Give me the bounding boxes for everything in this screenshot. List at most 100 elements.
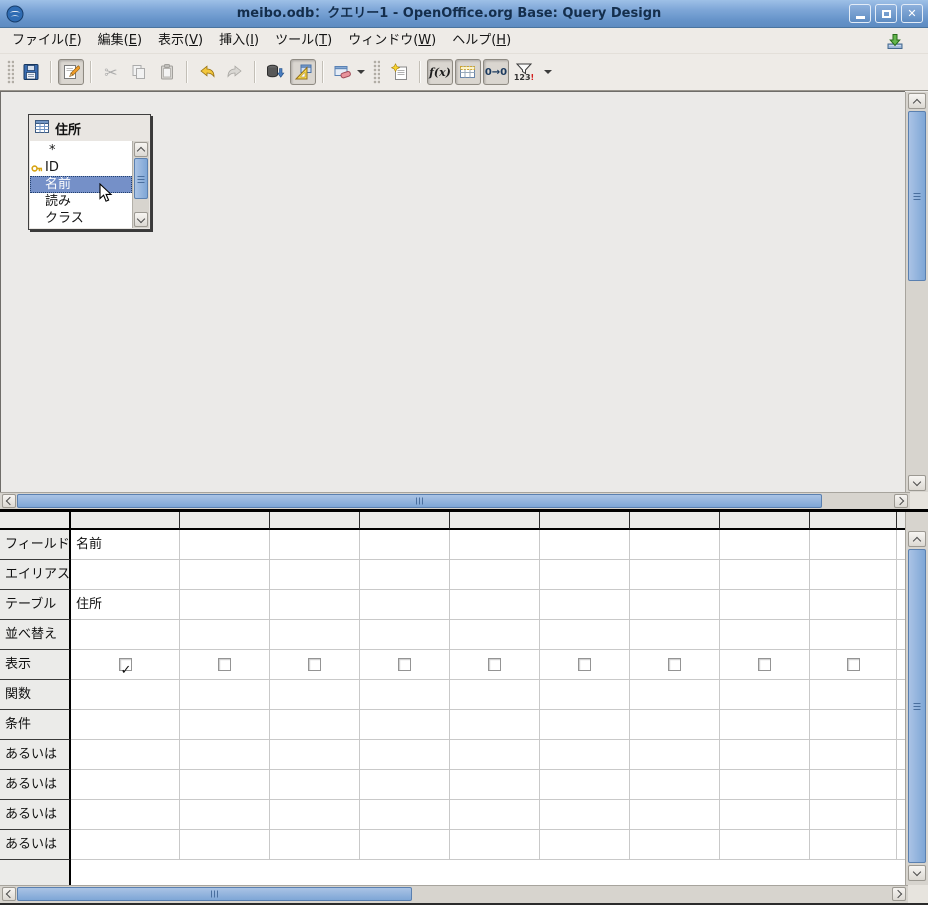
field-list-scrollbar[interactable]: [132, 141, 149, 228]
grid-cell-function[interactable]: [810, 680, 897, 710]
grid-cell-or2[interactable]: [71, 770, 180, 800]
scroll-up-button[interactable]: [134, 142, 148, 157]
grid-cell-function[interactable]: [270, 680, 360, 710]
field-item-star[interactable]: *: [30, 142, 132, 159]
grid-cell-function[interactable]: [360, 680, 450, 710]
field-item-クラス[interactable]: クラス: [30, 210, 132, 227]
undo-button[interactable]: [194, 59, 220, 85]
grid-vertical-scrollbar[interactable]: [905, 512, 928, 885]
grid-cell-or4[interactable]: [540, 830, 630, 860]
grid-cell-or1[interactable]: [270, 740, 360, 770]
grid-cell-field[interactable]: [540, 530, 630, 560]
save-button[interactable]: [18, 59, 44, 85]
scrollbar-thumb[interactable]: [17, 887, 412, 901]
toolbar-overflow-dropdown[interactable]: [542, 59, 554, 85]
scroll-left-button[interactable]: [2, 887, 16, 901]
grid-cell-field[interactable]: [180, 530, 270, 560]
grid-cell-sort[interactable]: [810, 620, 897, 650]
grid-cell-sort[interactable]: [450, 620, 540, 650]
table-name-button[interactable]: [455, 59, 481, 85]
grid-cell-alias[interactable]: [180, 560, 270, 590]
grid-cell-function[interactable]: [71, 680, 180, 710]
grid-cell-or3[interactable]: [810, 800, 897, 830]
grid-cell-alias[interactable]: [810, 560, 897, 590]
grid-cell-table[interactable]: [270, 590, 360, 620]
grid-cell-criterion[interactable]: [180, 710, 270, 740]
menu-item-edit[interactable]: 編集(E): [90, 28, 150, 54]
grid-cell-or3[interactable]: [360, 800, 450, 830]
scroll-down-button[interactable]: [908, 865, 926, 881]
grid-cell-criterion[interactable]: [450, 710, 540, 740]
grid-cell-table[interactable]: [450, 590, 540, 620]
show-checkbox[interactable]: [398, 658, 411, 671]
toolbar-grip[interactable]: [373, 60, 380, 84]
clear-query-button[interactable]: [330, 59, 356, 85]
grid-cell-or4[interactable]: [450, 830, 540, 860]
grid-cell-table[interactable]: [360, 590, 450, 620]
column-header-2[interactable]: [180, 512, 270, 530]
grid-cell-or1[interactable]: [180, 740, 270, 770]
grid-cell-field[interactable]: [270, 530, 360, 560]
grid-cell-or3[interactable]: [720, 800, 810, 830]
grid-cell-sort[interactable]: [540, 620, 630, 650]
scrollbar-thumb[interactable]: [17, 494, 822, 508]
grid-cell-or3[interactable]: [540, 800, 630, 830]
column-header-4[interactable]: [360, 512, 450, 530]
grid-cell-table[interactable]: [180, 590, 270, 620]
grid-cell-alias[interactable]: [270, 560, 360, 590]
grid-cell-or2[interactable]: [540, 770, 630, 800]
grid-cell-or4[interactable]: [810, 830, 897, 860]
scrollbar-thumb[interactable]: [134, 158, 148, 199]
menu-item-view[interactable]: 表示(V): [150, 28, 211, 54]
grid-cell-or1[interactable]: [720, 740, 810, 770]
scroll-right-button[interactable]: [894, 494, 908, 508]
grid-cell-alias[interactable]: [450, 560, 540, 590]
column-header-3[interactable]: [270, 512, 360, 530]
edit-button[interactable]: [58, 59, 84, 85]
grid-cell-or3[interactable]: [270, 800, 360, 830]
grid-cell-or3[interactable]: [180, 800, 270, 830]
column-header-8[interactable]: [720, 512, 810, 530]
grid-cell-or1[interactable]: [630, 740, 720, 770]
field-list-header[interactable]: 住所: [29, 115, 150, 141]
grid-cell-alias[interactable]: [71, 560, 180, 590]
clear-query-dropdown[interactable]: [355, 59, 367, 85]
grid-cell-sort[interactable]: [270, 620, 360, 650]
grid-cell-or4[interactable]: [71, 830, 180, 860]
grid-cell-alias[interactable]: [630, 560, 720, 590]
grid-cell-or2[interactable]: [180, 770, 270, 800]
grid-cell-or2[interactable]: [720, 770, 810, 800]
grid-cell-function[interactable]: [450, 680, 540, 710]
column-header-7[interactable]: [630, 512, 720, 530]
grid-cell-or2[interactable]: [630, 770, 720, 800]
grid-cell-or1[interactable]: [450, 740, 540, 770]
grid-cell-or4[interactable]: [270, 830, 360, 860]
grid-cell-alias[interactable]: [540, 560, 630, 590]
grid-cell-or1[interactable]: [360, 740, 450, 770]
grid-cell-sort[interactable]: [630, 620, 720, 650]
menu-item-help[interactable]: ヘルプ(H): [444, 28, 519, 54]
alias-button[interactable]: 0→0: [483, 59, 509, 85]
scrollbar-thumb[interactable]: [908, 549, 926, 863]
grid-cell-or2[interactable]: [810, 770, 897, 800]
grid-cell-or2[interactable]: [360, 770, 450, 800]
grid-cell-sort[interactable]: [180, 620, 270, 650]
grid-cell-table[interactable]: [720, 590, 810, 620]
menu-item-tools[interactable]: ツール(T): [267, 28, 340, 54]
grid-cell-field[interactable]: [450, 530, 540, 560]
functions-button[interactable]: f(x): [427, 59, 453, 85]
grid-cell-alias[interactable]: [360, 560, 450, 590]
grid-cell-or2[interactable]: [270, 770, 360, 800]
grid-cell-table[interactable]: [540, 590, 630, 620]
maximize-button[interactable]: [875, 4, 897, 23]
grid-cell-or3[interactable]: [630, 800, 720, 830]
distinct-values-button[interactable]: 123!: [511, 59, 537, 85]
grid-cell-criterion[interactable]: [810, 710, 897, 740]
column-header-9[interactable]: [810, 512, 897, 530]
grid-cell-criterion[interactable]: [540, 710, 630, 740]
grid-cell-function[interactable]: [540, 680, 630, 710]
grid-cell-field[interactable]: [720, 530, 810, 560]
show-checkbox[interactable]: [488, 658, 501, 671]
grid-cell-sort[interactable]: [360, 620, 450, 650]
grid-cell-or1[interactable]: [71, 740, 180, 770]
